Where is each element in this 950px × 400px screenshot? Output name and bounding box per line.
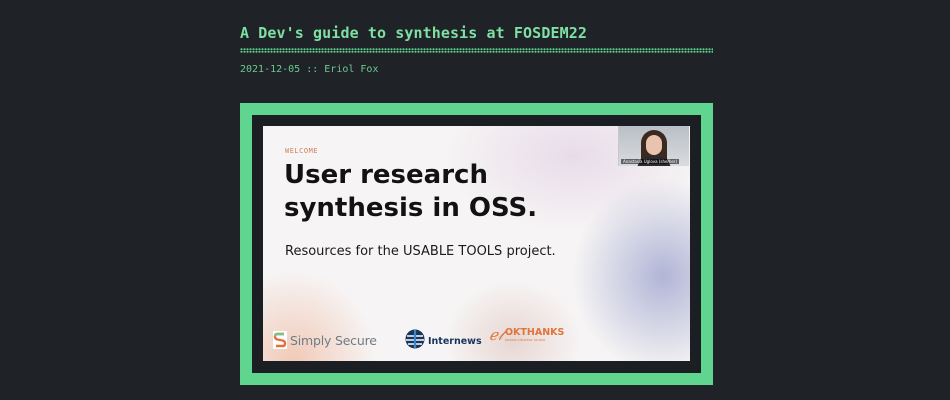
speaker-name-label: Anastasia Uglova (she/her) — [621, 159, 680, 164]
slide-subtitle: Resources for the USABLE TOOLS project. — [285, 244, 556, 259]
slide-kicker: WELCOME — [285, 147, 319, 155]
post-meta: 2021-12-05 :: Eriol Fox — [240, 64, 379, 75]
internews-logo: Internews — [405, 329, 482, 354]
okthanks-wordmark: OKTHANKS DESIGN STRATEGY STUDIO — [505, 328, 564, 342]
okthanks-logo: ℯ𝓉 OKTHANKS DESIGN STRATEGY STUDIO — [489, 326, 564, 344]
okthanks-script-icon: ℯ𝓉 — [489, 326, 503, 344]
okthanks-text: OKTHANKS — [504, 327, 565, 339]
title-dotted-rule — [240, 48, 713, 53]
internews-text: Internews — [428, 336, 482, 347]
post-title[interactable]: A Dev's guide to synthesis at FOSDEM22 — [240, 24, 587, 42]
simply-secure-logo: Simply Secure — [273, 331, 377, 349]
simply-secure-s-icon — [273, 331, 287, 349]
page: A Dev's guide to synthesis at FOSDEM22 2… — [0, 0, 950, 400]
speaker-video-tile: Anastasia Uglova (she/her) — [618, 126, 689, 166]
okthanks-tagline: DESIGN STRATEGY STUDIO — [504, 337, 546, 342]
slide-heading: User research synthesis in OSS. — [284, 160, 538, 223]
post-image-frame: WELCOME User research synthesis in OSS. … — [240, 103, 713, 385]
simply-secure-text: Simply Secure — [290, 332, 377, 348]
speaker-face — [646, 135, 662, 155]
internews-globe-icon — [405, 329, 425, 354]
slide-screenshot: WELCOME User research synthesis in OSS. … — [263, 126, 690, 361]
